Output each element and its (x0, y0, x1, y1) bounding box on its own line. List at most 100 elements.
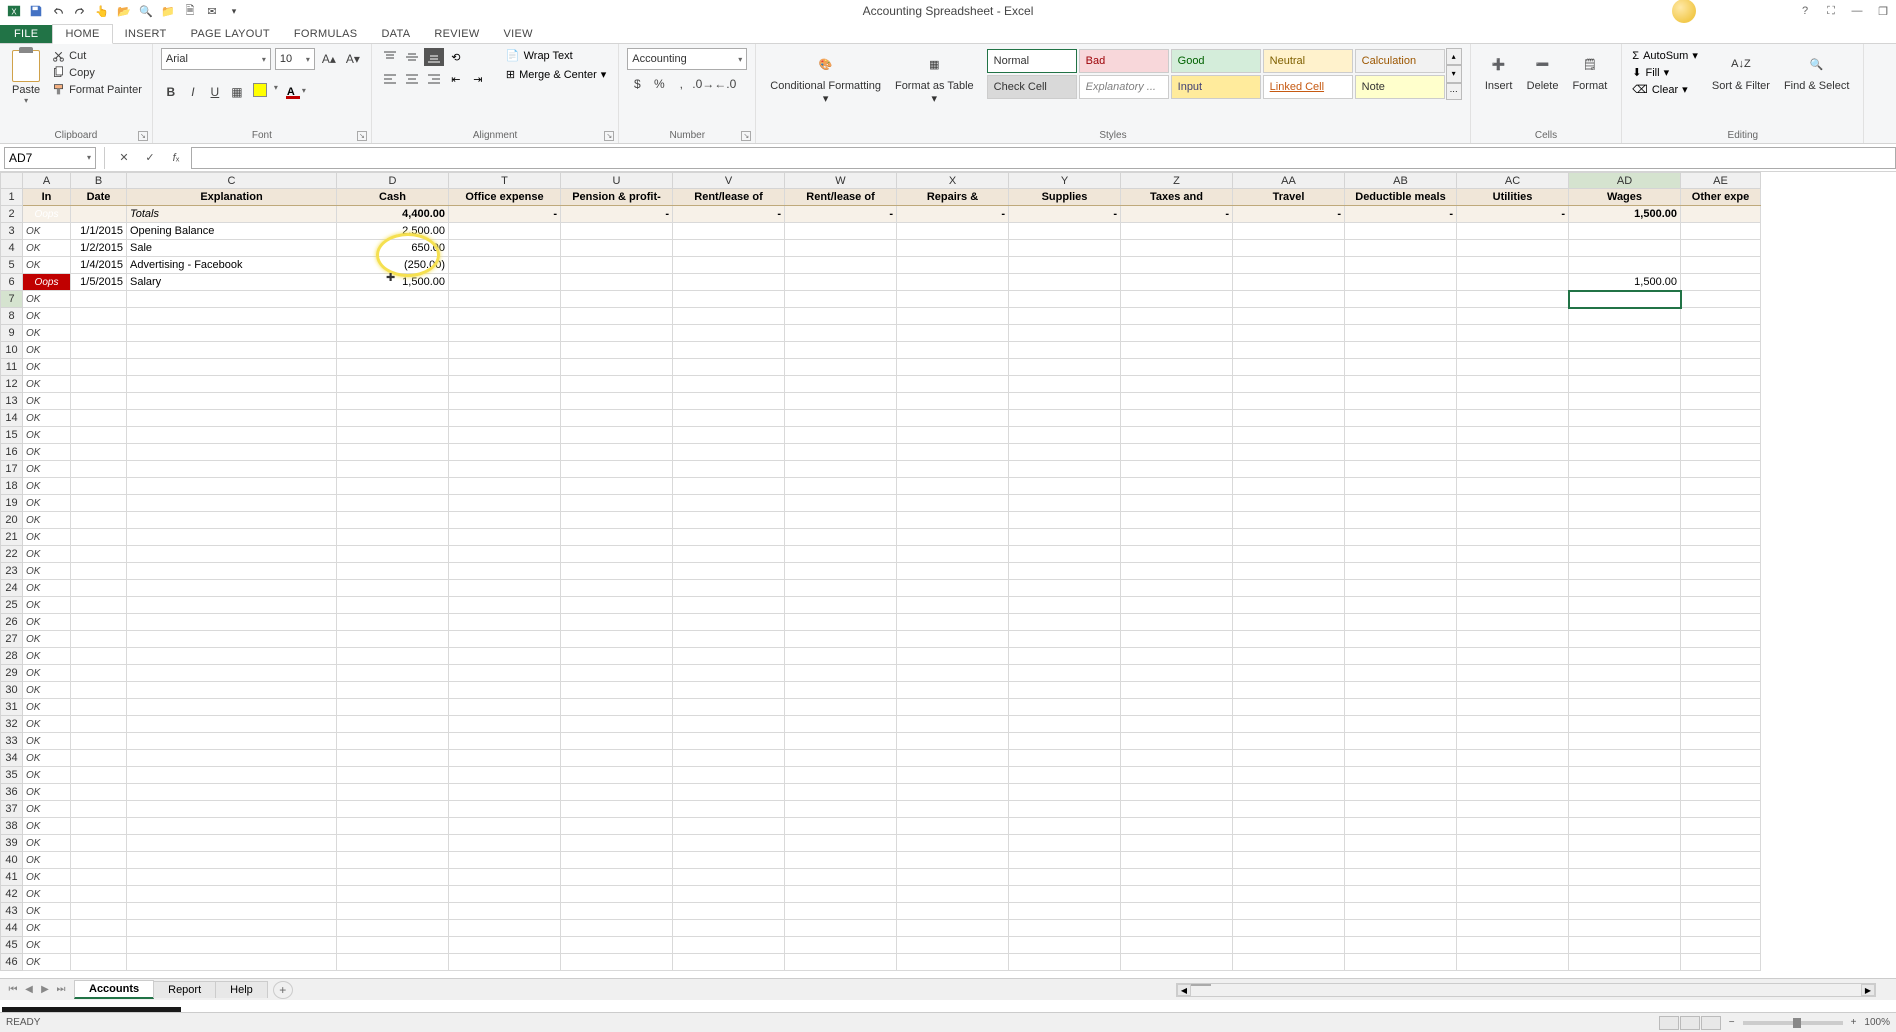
save-icon[interactable] (26, 2, 46, 20)
cell[interactable] (71, 597, 127, 614)
cell[interactable] (1569, 257, 1681, 274)
cell[interactable] (127, 614, 337, 631)
wrap-text-button[interactable]: 📄Wrap Text (502, 48, 610, 63)
cell[interactable] (1121, 750, 1233, 767)
cell[interactable]: Explanation (127, 189, 337, 206)
cell[interactable] (1233, 716, 1345, 733)
cell[interactable] (449, 563, 561, 580)
cell[interactable] (1569, 444, 1681, 461)
cell[interactable] (673, 716, 785, 733)
cell[interactable] (1121, 767, 1233, 784)
cell[interactable] (673, 563, 785, 580)
cell[interactable] (1233, 393, 1345, 410)
cell[interactable] (1681, 308, 1761, 325)
cell[interactable] (71, 699, 127, 716)
cell[interactable] (1681, 818, 1761, 835)
cell[interactable] (561, 257, 673, 274)
cell[interactable] (673, 648, 785, 665)
cell[interactable] (1569, 852, 1681, 869)
cell[interactable] (673, 410, 785, 427)
cell[interactable] (561, 580, 673, 597)
cell[interactable] (561, 223, 673, 240)
cell[interactable] (1009, 631, 1121, 648)
cell[interactable] (1121, 223, 1233, 240)
row-header-40[interactable]: 40 (1, 852, 23, 869)
cell[interactable] (561, 954, 673, 971)
cell[interactable] (337, 291, 449, 308)
cell[interactable] (897, 665, 1009, 682)
cell[interactable] (785, 291, 897, 308)
cell[interactable] (337, 631, 449, 648)
col-header-Z[interactable]: Z (1121, 173, 1233, 189)
cell[interactable] (1233, 461, 1345, 478)
cell[interactable] (449, 733, 561, 750)
cell[interactable] (449, 478, 561, 495)
cell[interactable] (1233, 835, 1345, 852)
cell[interactable] (561, 546, 673, 563)
cell[interactable] (1569, 563, 1681, 580)
cell[interactable]: OK (23, 325, 71, 342)
cell[interactable] (785, 784, 897, 801)
user-avatar[interactable] (1672, 0, 1696, 23)
cell[interactable] (127, 478, 337, 495)
cell[interactable]: 1,500.00 (1569, 274, 1681, 291)
cell[interactable] (785, 342, 897, 359)
cell[interactable] (1681, 801, 1761, 818)
paste-button[interactable]: Paste ▾ (8, 48, 44, 107)
row-header-39[interactable]: 39 (1, 835, 23, 852)
cell[interactable] (1457, 699, 1569, 716)
cell[interactable] (1457, 308, 1569, 325)
cell[interactable] (449, 495, 561, 512)
cell[interactable] (1121, 648, 1233, 665)
cell[interactable] (1345, 937, 1457, 954)
new-icon[interactable]: 🗎 (180, 2, 200, 20)
underline-button[interactable]: U (205, 82, 225, 102)
cell[interactable] (449, 342, 561, 359)
cell[interactable] (897, 461, 1009, 478)
cell[interactable] (1233, 257, 1345, 274)
cell[interactable] (1121, 512, 1233, 529)
conditional-formatting-button[interactable]: 🎨Conditional Formatting ▾ (764, 48, 887, 107)
print-preview-icon[interactable]: 🔍 (136, 2, 156, 20)
cell[interactable]: OK (23, 750, 71, 767)
cell[interactable] (337, 750, 449, 767)
minimize-icon[interactable]: — (1848, 3, 1866, 19)
row-header-27[interactable]: 27 (1, 631, 23, 648)
cell[interactable] (785, 954, 897, 971)
cell[interactable] (1681, 852, 1761, 869)
cell[interactable] (1681, 682, 1761, 699)
cell[interactable] (337, 393, 449, 410)
cell[interactable] (1009, 818, 1121, 835)
cell[interactable] (127, 342, 337, 359)
cell[interactable] (785, 716, 897, 733)
cell[interactable] (127, 665, 337, 682)
cell[interactable] (897, 529, 1009, 546)
row-header-44[interactable]: 44 (1, 920, 23, 937)
fx-icon[interactable]: fₓ (167, 149, 185, 167)
cell[interactable] (1569, 546, 1681, 563)
cell[interactable] (449, 852, 561, 869)
cell[interactable] (561, 342, 673, 359)
fill-color-button[interactable]: ▾ (249, 80, 281, 103)
cell[interactable] (897, 291, 1009, 308)
cell[interactable] (1121, 699, 1233, 716)
cell[interactable] (1009, 410, 1121, 427)
cell[interactable] (71, 920, 127, 937)
cell[interactable] (71, 427, 127, 444)
cell[interactable] (71, 444, 127, 461)
cell[interactable] (897, 342, 1009, 359)
cell[interactable]: OK (23, 648, 71, 665)
cell[interactable] (1681, 597, 1761, 614)
cell[interactable] (673, 682, 785, 699)
cell[interactable] (127, 512, 337, 529)
row-header-37[interactable]: 37 (1, 801, 23, 818)
cell[interactable] (449, 665, 561, 682)
cell[interactable] (897, 835, 1009, 852)
cell[interactable] (673, 920, 785, 937)
cell[interactable] (561, 614, 673, 631)
row-header-28[interactable]: 28 (1, 648, 23, 665)
cell[interactable]: OK (23, 546, 71, 563)
qat-customize-icon[interactable]: ▾ (224, 2, 244, 20)
bold-button[interactable]: B (161, 82, 181, 102)
cell[interactable] (1009, 954, 1121, 971)
